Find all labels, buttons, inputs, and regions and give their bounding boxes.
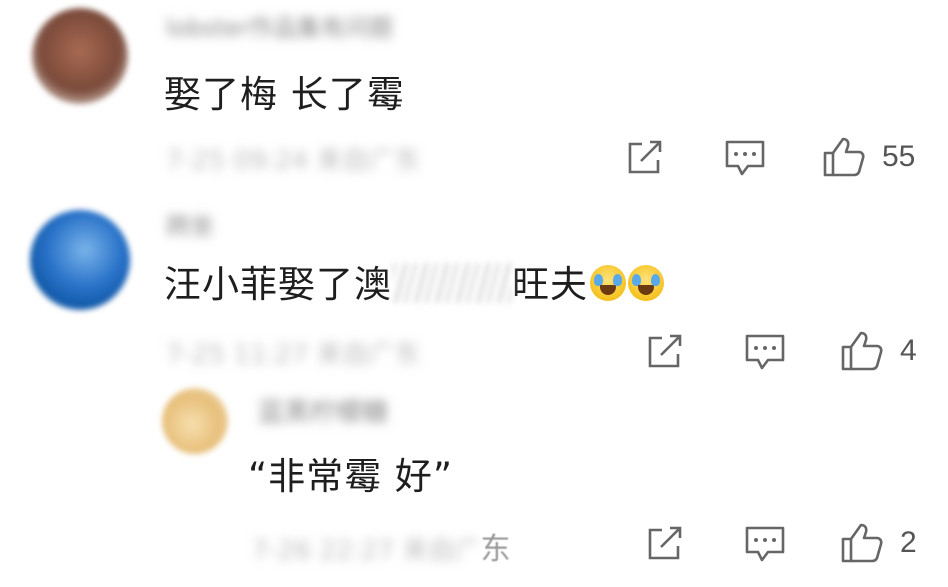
laughing-crying-emoji-icon xyxy=(628,265,664,301)
avatar[interactable] xyxy=(32,8,128,104)
laughing-crying-emoji-icon xyxy=(590,265,626,301)
comment-text: 汪小菲娶了澳 旺夫 xyxy=(164,254,664,308)
comment-meta: 7-25 09:24 来自广东 xyxy=(166,146,421,176)
share-icon[interactable] xyxy=(646,334,684,370)
thumbs-up-icon[interactable] xyxy=(840,330,884,372)
comment-username[interactable]: lobster作品集有问题 xyxy=(166,8,393,43)
share-icon[interactable] xyxy=(626,140,664,176)
reply-username[interactable]: 蓝黑柠檬糖 xyxy=(258,392,388,429)
reply-meta-location-end: 东 xyxy=(480,532,511,567)
comment-text-end: 旺夫 xyxy=(512,263,588,306)
reply-text: “非常霉 好” xyxy=(248,455,454,498)
like-count: 4 xyxy=(900,334,917,367)
comment-icon[interactable] xyxy=(724,139,766,179)
like-count: 55 xyxy=(882,140,916,173)
reply-meta-blurred: 7-26 22:27 来自广 xyxy=(252,536,481,566)
comment-icon[interactable] xyxy=(744,333,786,373)
comment-text-start: 汪小菲娶了澳 xyxy=(164,263,392,306)
comment-text: 娶了梅 长了霉 xyxy=(164,73,405,116)
comment-username[interactable]: 跨坐 xyxy=(166,206,214,241)
comment-icon[interactable] xyxy=(744,525,786,565)
avatar[interactable] xyxy=(30,210,130,310)
censored-region xyxy=(392,263,512,303)
thumbs-up-icon[interactable] xyxy=(840,522,884,564)
comment-meta: 7-25 11:27 来自广东 xyxy=(166,340,421,370)
reply-meta: 7-26 22:27 来自广东 xyxy=(252,524,510,568)
share-icon[interactable] xyxy=(646,526,684,562)
like-count: 2 xyxy=(900,526,917,559)
avatar[interactable] xyxy=(162,388,228,454)
thumbs-up-icon[interactable] xyxy=(822,136,866,178)
